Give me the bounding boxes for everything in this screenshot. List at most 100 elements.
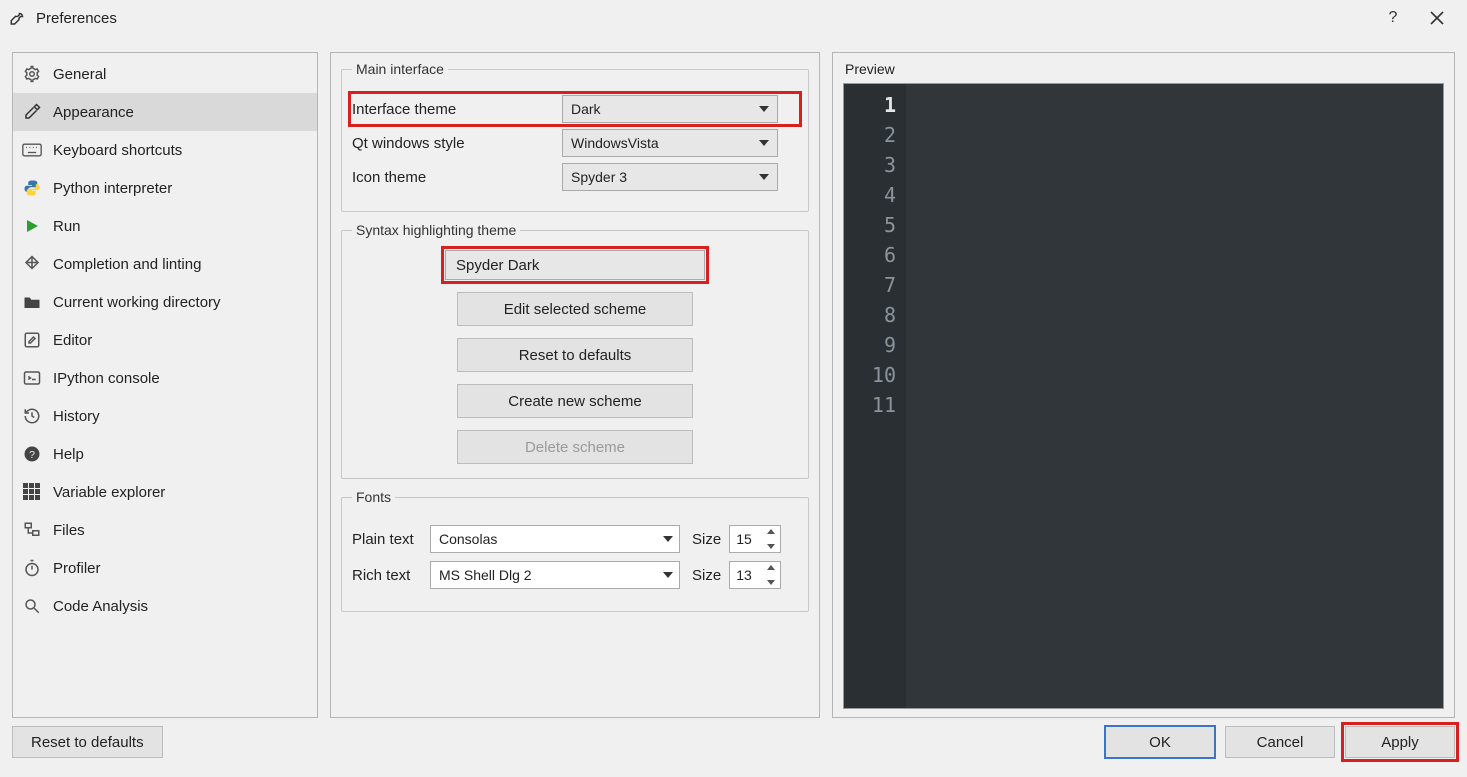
syntax-highlighting-group: Syntax highlighting theme Spyder Dark Ed… [341,222,809,479]
sidebar-item-label: Appearance [53,104,134,121]
plain-text-font-value: Consolas [439,531,497,547]
play-icon [21,215,43,237]
create-scheme-button[interactable]: Create new scheme [457,384,693,418]
sidebar-item-general[interactable]: General [13,55,317,93]
preview-editor: 1 2 3 4 5 6 7 8 9 10 11 [843,83,1444,709]
gear-icon [21,63,43,85]
stopwatch-icon [21,557,43,579]
interface-theme-row: Interface theme Dark [352,95,798,123]
rich-text-font-value: MS Shell Dlg 2 [439,567,532,583]
line-number: 1 [844,90,896,120]
svg-text:?: ? [29,449,35,461]
sidebar-item-label: Code Analysis [53,598,148,615]
sidebar-item-run[interactable]: Run [13,207,317,245]
files-tree-icon [21,519,43,541]
sidebar-item-history[interactable]: History [13,397,317,435]
sidebar-item-label: Current working directory [53,294,221,311]
plain-text-size-spinner[interactable]: 15 [729,525,781,553]
plain-text-font-row: Plain text Consolas Size 15 [352,525,798,553]
help-button[interactable]: ? [1371,3,1415,33]
rich-text-label: Rich text [352,567,422,584]
python-icon [21,177,43,199]
reset-defaults-button[interactable]: Reset to defaults [12,726,163,758]
line-number: 4 [844,180,896,210]
chevron-down-icon [759,106,769,112]
eyedropper-icon [21,101,43,123]
history-icon [21,405,43,427]
syntax-scheme-select[interactable]: Spyder Dark [445,250,705,280]
sidebar-item-editor[interactable]: Editor [13,321,317,359]
help-icon: ? [21,443,43,465]
sidebar-item-keyboard-shortcuts[interactable]: Keyboard shortcuts [13,131,317,169]
sidebar-item-python-interpreter[interactable]: Python interpreter [13,169,317,207]
line-number-gutter: 1 2 3 4 5 6 7 8 9 10 11 [844,84,906,708]
titlebar: Preferences ? [0,0,1467,36]
line-number: 9 [844,330,896,360]
sidebar-item-profiler[interactable]: Profiler [13,549,317,587]
ok-button[interactable]: OK [1105,726,1215,758]
size-label: Size [692,567,721,584]
plain-text-size-value: 15 [736,531,752,547]
syntax-scheme-value: Spyder Dark [456,257,539,274]
chevron-down-icon [759,174,769,180]
line-number: 11 [844,390,896,420]
interface-theme-label: Interface theme [352,101,562,118]
dialog-footer: Reset to defaults OK Cancel Apply [0,726,1467,768]
sidebar-item-label: Keyboard shortcuts [53,142,182,159]
chevron-down-icon [759,140,769,146]
apply-button[interactable]: Apply [1345,726,1455,758]
preview-label: Preview [843,61,1444,77]
close-button[interactable] [1415,3,1459,33]
kite-icon [21,253,43,275]
sidebar-item-label: History [53,408,100,425]
chevron-down-icon [663,536,673,542]
chevron-up-icon [767,529,775,534]
qt-style-row: Qt windows style WindowsVista [352,129,798,157]
rich-text-size-value: 13 [736,567,752,583]
line-number: 10 [844,360,896,390]
sidebar-item-code-analysis[interactable]: Code Analysis [13,587,317,625]
sidebar-item-files[interactable]: Files [13,511,317,549]
qt-style-label: Qt windows style [352,135,562,152]
sidebar-item-label: Python interpreter [53,180,172,197]
chevron-down-icon [767,544,775,549]
icon-theme-label: Icon theme [352,169,562,186]
chevron-up-icon [767,565,775,570]
sidebar-item-current-working-directory[interactable]: Current working directory [13,283,317,321]
rich-text-font-row: Rich text MS Shell Dlg 2 Size 13 [352,561,798,589]
syntax-highlighting-legend: Syntax highlighting theme [352,222,520,238]
rich-text-font-select[interactable]: MS Shell Dlg 2 [430,561,680,589]
fonts-legend: Fonts [352,489,395,505]
folder-icon [21,291,43,313]
sidebar-item-completion-linting[interactable]: Completion and linting [13,245,317,283]
sidebar-item-ipython-console[interactable]: IPython console [13,359,317,397]
fonts-group: Fonts Plain text Consolas Size 15 Rich t… [341,489,809,612]
sidebar-item-label: Editor [53,332,92,349]
plain-text-label: Plain text [352,531,422,548]
qt-style-select[interactable]: WindowsVista [562,129,778,157]
sidebar-item-label: Help [53,446,84,463]
rich-text-size-spinner[interactable]: 13 [729,561,781,589]
plain-text-font-select[interactable]: Consolas [430,525,680,553]
interface-theme-value: Dark [571,101,601,117]
main-interface-legend: Main interface [352,61,448,77]
chevron-down-icon [767,580,775,585]
sidebar-item-help[interactable]: ? Help [13,435,317,473]
sidebar-item-variable-explorer[interactable]: Variable explorer [13,473,317,511]
chevron-down-icon [663,572,673,578]
edit-scheme-button[interactable]: Edit selected scheme [457,292,693,326]
line-number: 7 [844,270,896,300]
category-sidebar: General Appearance Keyboard shortcuts Py… [12,52,318,718]
interface-theme-select[interactable]: Dark [562,95,778,123]
window-title: Preferences [36,10,117,27]
icon-theme-select[interactable]: Spyder 3 [562,163,778,191]
grid-icon [21,481,43,503]
sidebar-item-appearance[interactable]: Appearance [13,93,317,131]
sidebar-item-label: General [53,66,106,83]
sidebar-item-label: IPython console [53,370,160,387]
reset-scheme-button[interactable]: Reset to defaults [457,338,693,372]
line-number: 3 [844,150,896,180]
line-number: 5 [844,210,896,240]
edit-icon [21,329,43,351]
cancel-button[interactable]: Cancel [1225,726,1335,758]
